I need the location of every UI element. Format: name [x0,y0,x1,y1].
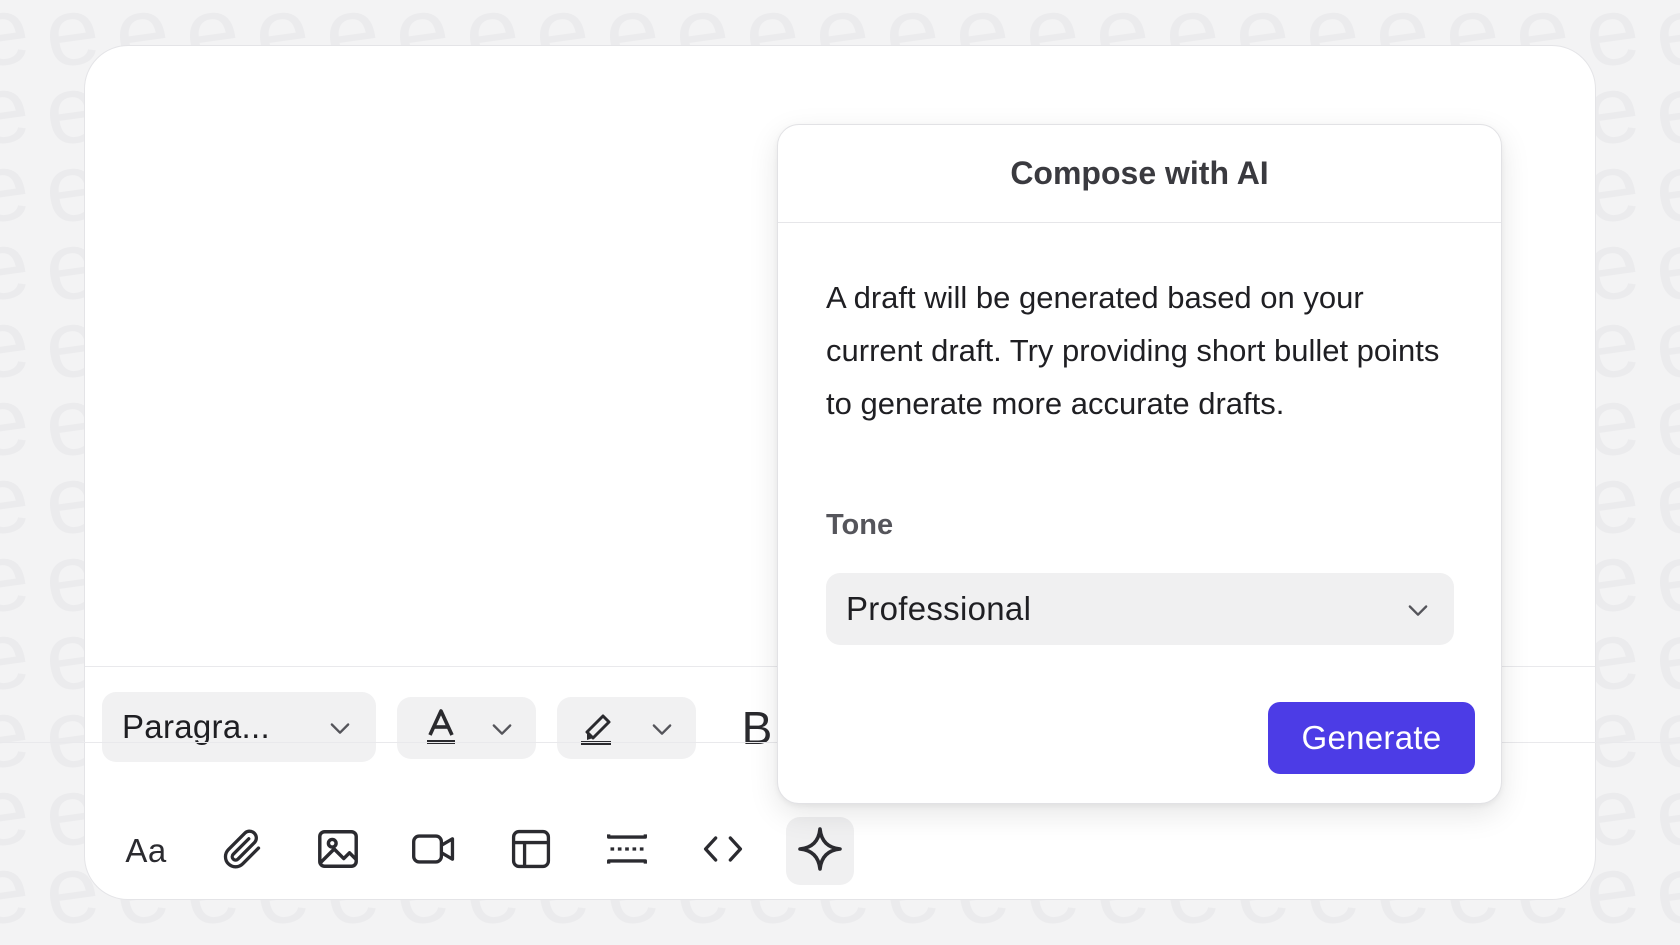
svg-text:e: e [0,209,36,322]
svg-text:e: e [0,0,36,89]
insert-code-button[interactable] [689,817,757,885]
svg-text:e: e [1648,131,1680,244]
svg-text:e: e [248,0,316,11]
insert-divider-button[interactable] [593,817,661,885]
image-icon [315,826,361,877]
svg-text:e: e [1648,287,1680,400]
svg-text:e: e [1508,0,1576,11]
svg-text:e: e [0,755,36,868]
svg-text:e: e [1158,0,1226,11]
chevron-down-icon [648,715,676,748]
svg-text:e: e [1298,0,1366,11]
svg-text:e: e [0,287,36,400]
code-icon [700,827,746,876]
svg-text:e: e [458,0,526,11]
svg-text:e: e [1018,0,1086,11]
svg-text:e: e [1228,0,1296,11]
svg-text:e: e [1648,833,1680,945]
paragraph-style-label: Paragra... [122,708,270,745]
svg-text:e: e [108,0,176,11]
sparkle-icon [796,825,844,878]
svg-text:e: e [1648,521,1680,634]
bold-label: B [741,702,773,754]
svg-text:e: e [668,0,736,11]
compose-ai-popover: Compose with AI A draft will be generate… [777,124,1502,804]
svg-text:e: e [0,53,36,166]
insert-image-button[interactable] [304,817,372,885]
svg-text:e: e [1368,0,1436,11]
svg-text:e: e [318,0,386,11]
svg-text:e: e [0,0,36,11]
svg-text:e: e [1648,53,1680,166]
svg-text:e: e [878,0,946,11]
text-color-icon [423,707,459,754]
insert-table-button[interactable] [497,817,565,885]
svg-text:e: e [948,0,1016,11]
video-icon [410,826,458,877]
svg-text:e: e [0,833,36,945]
svg-text:e: e [738,0,806,11]
svg-text:e: e [1648,365,1680,478]
svg-text:e: e [808,0,876,11]
paperclip-icon [220,827,264,876]
svg-text:e: e [0,521,36,634]
tone-select-value: Professional [846,590,1032,627]
chevron-down-icon [488,715,516,748]
compose-with-ai-button[interactable] [786,817,854,885]
svg-text:e: e [1648,599,1680,712]
attach-file-button[interactable] [208,817,276,885]
svg-text:e: e [178,0,246,11]
divider-icon [604,827,650,876]
svg-text:e: e [1648,755,1680,868]
table-icon [509,827,553,876]
svg-text:e: e [1438,0,1506,11]
chevron-down-icon [1404,596,1432,629]
svg-text:e: e [0,443,36,556]
text-color-dropdown[interactable] [397,697,536,759]
highlight-color-dropdown[interactable] [557,697,696,759]
highlighter-icon [577,710,615,751]
svg-text:e: e [1088,0,1156,11]
svg-text:e: e [0,365,36,478]
svg-text:e: e [1648,677,1680,790]
font-size-icon: Aa [125,832,167,869]
insert-video-button[interactable] [400,817,468,885]
svg-text:e: e [38,0,106,11]
svg-text:e: e [1648,0,1680,11]
bold-button[interactable]: B [737,700,777,756]
svg-text:e: e [0,131,36,244]
svg-text:e: e [598,0,666,11]
svg-text:e: e [388,0,456,11]
svg-text:e: e [1648,0,1680,89]
svg-text:e: e [1578,0,1646,11]
tone-select[interactable]: Professional [826,573,1454,645]
tone-label: Tone [826,509,894,541]
popover-description: A draft will be generated based on your … [826,280,1440,421]
svg-text:e: e [528,0,596,11]
svg-text:e: e [0,599,36,712]
generate-button[interactable]: Generate [1268,702,1475,774]
svg-text:e: e [1648,209,1680,322]
svg-text:e: e [0,677,36,790]
popover-header: Compose with AI [778,125,1501,223]
svg-text:e: e [1648,443,1680,556]
paragraph-style-dropdown[interactable]: Paragra... [102,692,376,762]
font-size-button[interactable]: Aa [112,817,180,885]
popover-title: Compose with AI [1010,155,1269,191]
